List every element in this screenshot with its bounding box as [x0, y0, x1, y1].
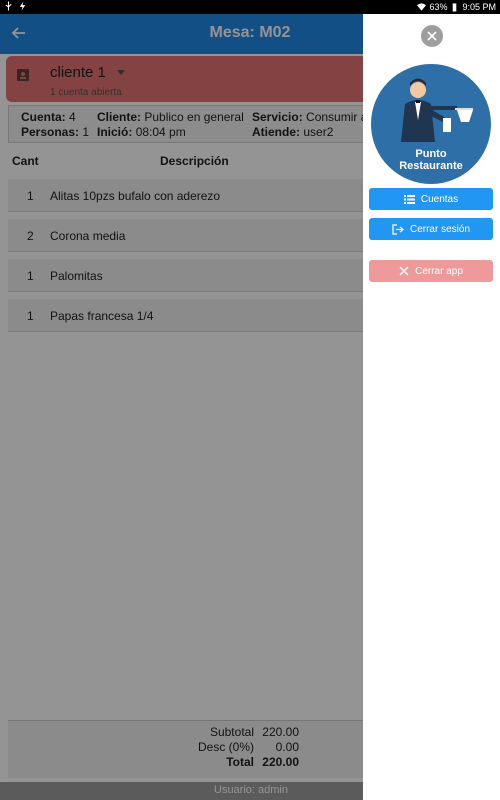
cuentas-button[interactable]: Cuentas	[369, 188, 493, 210]
waiter-icon	[401, 78, 473, 142]
clock: 9:05 PM	[462, 2, 496, 12]
logout-button-label: Cerrar sesión	[409, 223, 471, 235]
side-drawer: Punto Restaurante Cuentas Cerrar sesión …	[363, 14, 500, 800]
close-app-button[interactable]: Cerrar app	[369, 260, 493, 282]
cuentas-button-label: Cuentas	[420, 193, 459, 205]
close-icon	[399, 266, 409, 276]
charging-icon	[19, 1, 26, 11]
logout-icon	[392, 223, 404, 235]
close-drawer-button[interactable]	[421, 25, 443, 47]
usb-icon	[5, 1, 12, 11]
battery-icon	[453, 3, 457, 12]
status-bar: 63% 9:05 PM	[0, 0, 500, 14]
close-icon	[427, 31, 437, 41]
logo-text-line2: Restaurante	[399, 160, 463, 172]
logo-text-line1: Punto	[415, 148, 447, 160]
list-icon	[403, 194, 415, 204]
close-app-button-label: Cerrar app	[415, 265, 463, 277]
logout-button[interactable]: Cerrar sesión	[369, 218, 493, 240]
battery-percent: 63%	[429, 2, 448, 12]
app-logo: Punto Restaurante	[371, 64, 491, 184]
wifi-icon	[417, 3, 427, 11]
